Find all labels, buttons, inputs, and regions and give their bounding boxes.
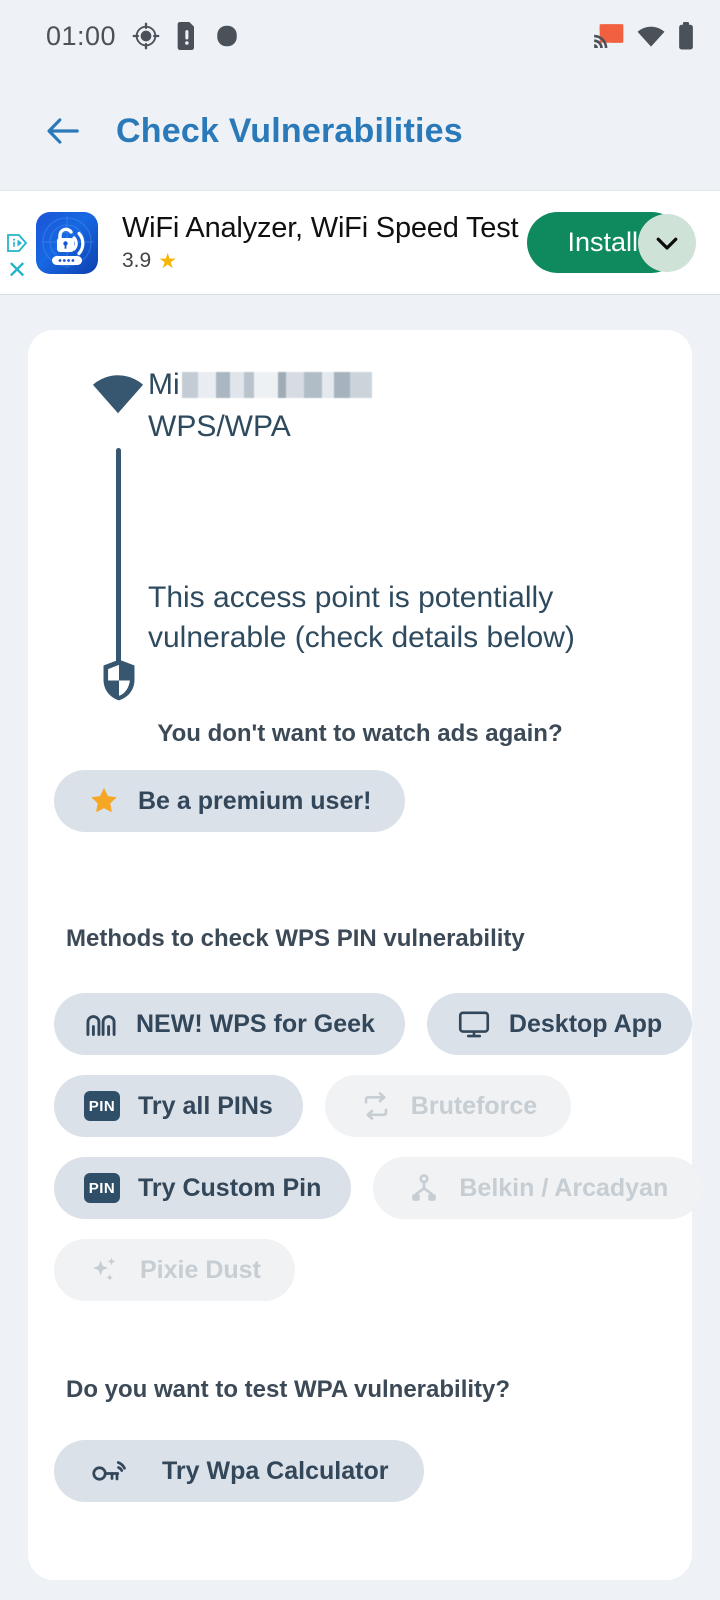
- cast-icon: [594, 23, 624, 49]
- wpa-row: Try Wpa Calculator: [54, 1440, 425, 1502]
- premium-question: You don't want to watch ads again?: [157, 720, 563, 747]
- status-bar-right: [594, 22, 694, 50]
- try-wpa-calculator-label: Try Wpa Calculator: [162, 1456, 389, 1485]
- belkin-arcadyan-button: Belkin / Arcadyan: [373, 1157, 703, 1219]
- ad-text-group: WiFi Analyzer, WiFi Speed Test 3.9 ★: [122, 212, 527, 274]
- pixie-dust-label: Pixie Dust: [140, 1255, 261, 1284]
- try-wpa-calculator-button[interactable]: Try Wpa Calculator: [54, 1440, 425, 1502]
- status-bar-left: 01:00: [46, 21, 240, 52]
- ad-banner[interactable]: ✕ WiFi Analyzer, WiFi Speed Test 3.9 ★ I…: [0, 190, 720, 295]
- ad-install-group[interactable]: Install: [527, 212, 696, 273]
- wifi-signal-icon: [88, 370, 148, 416]
- try-custom-pin-button[interactable]: PIN Try Custom Pin: [54, 1157, 352, 1219]
- adchoices-group[interactable]: ✕: [4, 233, 30, 283]
- app-bar: Check Vulnerabilities: [0, 72, 720, 190]
- shield-icon: [101, 658, 137, 702]
- bruteforce-label: Bruteforce: [410, 1091, 538, 1120]
- signal-peaks-icon: [84, 1009, 118, 1039]
- battery-icon: [678, 22, 694, 50]
- pin-badge-icon: PIN: [84, 1091, 120, 1121]
- ap-ssid-redaction: [181, 372, 372, 398]
- key-wireless-icon: [90, 1456, 128, 1486]
- methods-row-3: PIN Try Custom Pin Belkin / Arcadyan: [54, 1157, 703, 1219]
- methods-section-title: Methods to check WPS PIN vulnerability: [66, 925, 525, 952]
- status-bar: 01:00: [0, 0, 720, 72]
- ad-app-icon: [36, 211, 98, 274]
- ap-ssid: Mi: [148, 368, 372, 402]
- star-icon: [88, 785, 120, 817]
- vulnerability-card: Mi WPS/WPA This access point is potentia…: [28, 330, 703, 1580]
- sim-alert-icon: [176, 22, 198, 50]
- desktop-app-label: Desktop App: [508, 1009, 663, 1038]
- belkin-arcadyan-label: Belkin / Arcadyan: [459, 1173, 669, 1202]
- pin-badge-icon: PIN: [84, 1173, 120, 1203]
- ap-security: WPS/WPA: [148, 410, 291, 443]
- ad-close-icon[interactable]: ✕: [7, 259, 27, 283]
- timeline-connector: [116, 448, 121, 663]
- try-all-pins-label: Try all PINs: [138, 1091, 273, 1120]
- ad-rating: 3.9 ★: [122, 249, 527, 274]
- page-title: Check Vulnerabilities: [116, 111, 463, 150]
- methods-row-4: Pixie Dust: [54, 1239, 295, 1301]
- ad-title: WiFi Analyzer, WiFi Speed Test: [122, 211, 519, 244]
- be-premium-user-button[interactable]: Be a premium user!: [54, 770, 406, 832]
- premium-label: Be a premium user!: [138, 786, 372, 815]
- try-all-pins-button[interactable]: PIN Try all PINs: [54, 1075, 303, 1137]
- chevron-down-icon[interactable]: [638, 213, 696, 272]
- wpa-section-title: Do you want to test WPA vulnerability?: [66, 1376, 511, 1403]
- wps-for-geek-button[interactable]: NEW! WPS for Geek: [54, 993, 405, 1055]
- repeat-icon: [359, 1091, 393, 1121]
- back-button[interactable]: [44, 112, 82, 150]
- bruteforce-button: Bruteforce: [324, 1075, 572, 1137]
- premium-chip-wrap: Be a premium user!: [54, 770, 406, 832]
- ad-rating-value: 3.9: [122, 249, 152, 272]
- ap-timeline: [88, 370, 148, 701]
- pixie-dust-button: Pixie Dust: [54, 1239, 295, 1301]
- hierarchy-icon: [407, 1173, 441, 1203]
- adchoices-icon[interactable]: [6, 233, 28, 253]
- access-point-info: Mi WPS/WPA: [148, 368, 372, 444]
- desktop-app-button[interactable]: Desktop App: [426, 993, 693, 1055]
- methods-row-2: PIN Try all PINs Bruteforce: [54, 1075, 572, 1137]
- app-screen: 01:00 Check Vulnerabilities ✕ WiFi Analy…: [0, 0, 720, 1600]
- wifi-icon: [636, 23, 666, 49]
- wps-for-geek-label: NEW! WPS for Geek: [136, 1009, 375, 1038]
- methods-row-1: NEW! WPS for Geek Desktop App: [54, 993, 693, 1055]
- dot-icon: [214, 22, 240, 50]
- try-custom-pin-label: Try Custom Pin: [138, 1173, 322, 1202]
- location-crosshair-icon: [132, 22, 160, 50]
- sparkles-icon: [88, 1255, 122, 1285]
- monitor-icon: [457, 1009, 491, 1039]
- ap-ssid-prefix: Mi: [148, 368, 180, 401]
- status-bar-clock: 01:00: [46, 20, 117, 51]
- star-icon: ★: [158, 249, 178, 273]
- vulnerability-status-text: This access point is potentially vulnera…: [148, 581, 575, 654]
